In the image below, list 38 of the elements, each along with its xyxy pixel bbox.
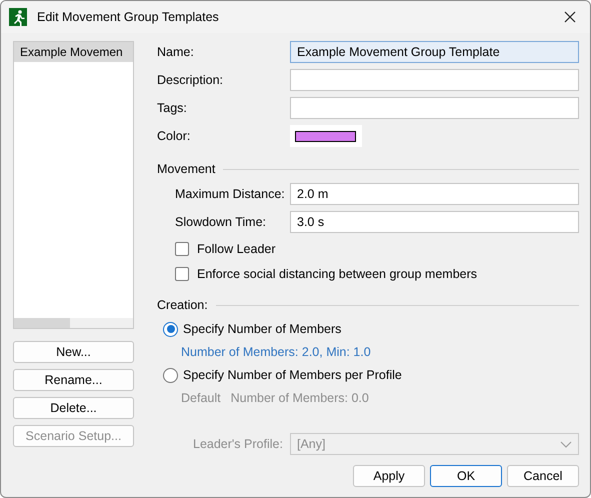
dialog-button[interactable]: Cancel [507,465,579,487]
list-button[interactable]: New... [13,341,134,363]
radio-button[interactable] [163,368,178,382]
field-label: Tags: [157,101,188,115]
text-field[interactable]: 3.0 s [290,211,579,233]
text-field[interactable] [290,69,579,91]
radio-button[interactable] [163,322,178,336]
caret-icon [560,440,572,448]
field-label: Leader's Profile: [192,437,284,451]
option-detail: Default [181,391,221,405]
option-detail: Number of Members: 0.0 [230,391,369,405]
section-title: Movement [157,162,216,176]
field-label: Slowdown Time: [174,215,268,229]
text-field[interactable] [290,97,579,119]
checkbox-label: Enforce social distancing between group members [197,267,478,281]
field-label: Maximum Distance: [174,187,286,201]
close-icon[interactable] [564,11,576,23]
window-title: Edit Movement Group Templates [37,10,219,24]
field-label: Color: [157,129,192,143]
template-list-item[interactable]: Example Movemen [14,42,133,62]
field-label: Name: [157,45,195,59]
option-detail: Number of Members: 2.0, Min: 1.0 [181,345,371,359]
dialog-button[interactable]: OK [430,465,502,487]
radio-label: Specify Number of Members per Profile [183,368,402,382]
checkbox[interactable] [175,267,189,281]
list-button[interactable]: Delete... [13,397,134,419]
radio-label: Specify Number of Members [183,322,342,336]
section-title: Creation: [157,298,208,312]
field-label: Description: [157,73,224,87]
dialog-button[interactable]: Apply [353,465,425,487]
checkbox[interactable] [175,242,189,256]
text-field[interactable]: 2.0 m [290,183,579,205]
color-picker[interactable] [290,125,362,147]
horizontal-scrollbar[interactable] [14,318,133,328]
running-person-icon [9,8,27,26]
list-button[interactable]: Rename... [13,369,134,391]
text-field[interactable]: Example Movement Group Template [290,41,579,63]
checkbox-label: Follow Leader [197,242,276,256]
